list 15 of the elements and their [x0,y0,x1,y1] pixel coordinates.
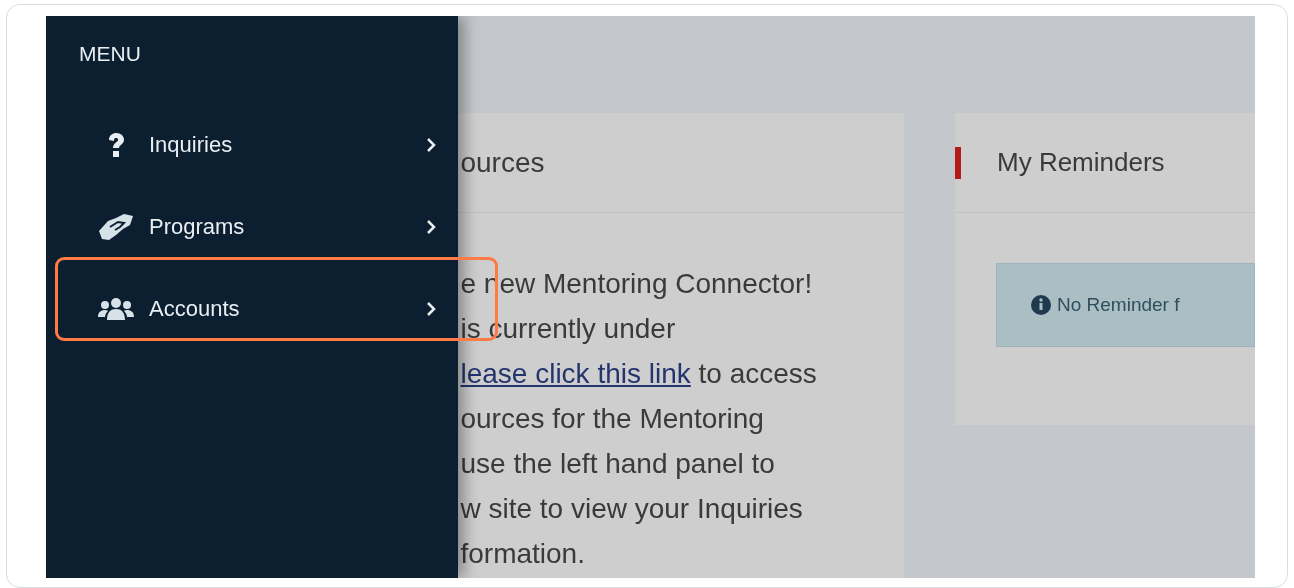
menu-item[interactable]: Programs [46,186,459,268]
users-icon [98,297,134,321]
menu-title: MENU [79,42,141,66]
card-title: My Reminders [997,147,1165,178]
menu-item[interactable]: Accounts [46,268,459,350]
info-icon [1031,295,1051,315]
card-title: ources [460,146,545,179]
question-icon [107,133,125,157]
chevron-icon [426,137,437,153]
chevron-icon [426,219,437,235]
accent-bar [955,146,961,179]
alert-text: No Reminder f [1057,294,1180,316]
chevron-icon [426,301,437,317]
menu-item[interactable]: Inquiries [46,104,459,186]
link[interactable]: lease click this link [460,358,691,389]
